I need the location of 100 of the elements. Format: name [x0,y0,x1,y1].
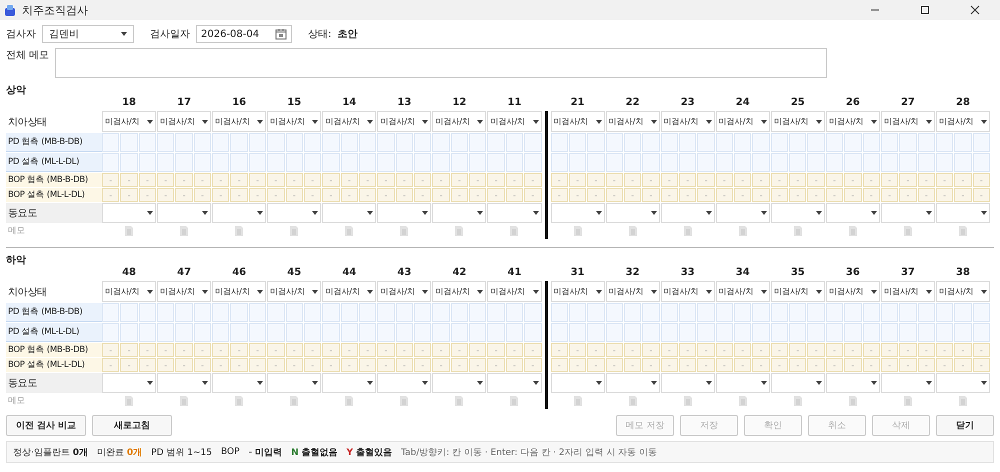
pd-input[interactable] [606,133,623,152]
pd-input[interactable] [936,323,954,342]
bop-cell[interactable]: - [716,358,734,372]
bop-cell[interactable]: - [678,358,696,372]
pd-input[interactable] [862,303,880,322]
bop-cell[interactable]: - [396,188,414,202]
pd-input[interactable] [972,323,990,342]
bop-cell[interactable]: - [918,188,935,202]
bop-cell[interactable]: - [678,173,696,187]
pd-input[interactable] [568,303,586,322]
status-dropdown[interactable]: 미검사/치 [377,281,432,302]
bop-cell[interactable]: - [230,188,248,202]
note-icon[interactable] [684,396,692,406]
bop-cell[interactable]: - [789,188,806,202]
bop-cell[interactable]: - [862,343,880,357]
pd-input[interactable] [568,323,586,342]
pd-input[interactable] [286,303,303,322]
bop-cell[interactable]: - [918,173,935,187]
bop-cell[interactable]: - [469,358,486,372]
note-icon[interactable] [125,226,134,236]
bop-cell[interactable]: - [432,188,450,202]
pd-input[interactable] [506,133,524,152]
pd-input[interactable] [450,323,468,342]
status-dropdown[interactable]: 미검사/치 [432,281,486,302]
pd-input[interactable] [358,133,376,152]
pd-input[interactable] [678,133,696,152]
pd-input[interactable] [175,153,193,172]
pd-input[interactable] [954,153,972,172]
status-dropdown[interactable]: 미검사/치 [606,111,660,132]
note-icon[interactable] [958,226,967,236]
mobility-dropdown[interactable] [212,203,266,223]
status-dropdown[interactable]: 미검사/치 [826,111,880,132]
bop-cell[interactable]: - [175,173,193,187]
pd-input[interactable] [752,323,770,342]
bop-cell[interactable]: - [550,173,568,187]
bop-cell[interactable]: - [606,188,623,202]
pd-input[interactable] [899,303,917,322]
bop-cell[interactable]: - [414,188,432,202]
pd-input[interactable] [432,303,450,322]
pd-input[interactable] [212,323,230,342]
bop-cell[interactable]: - [414,173,432,187]
bop-cell[interactable]: - [358,358,376,372]
pd-input[interactable] [175,133,193,152]
pd-input[interactable] [286,323,303,342]
note-icon[interactable] [904,396,912,406]
note-icon[interactable] [574,396,582,406]
pd-input[interactable] [267,133,285,152]
note-icon[interactable] [794,396,802,406]
bop-cell[interactable]: - [120,188,138,202]
mobility-dropdown[interactable] [377,373,432,393]
pd-input[interactable] [899,153,917,172]
mobility-dropdown[interactable] [936,203,990,223]
pd-input[interactable] [377,323,395,342]
pd-input[interactable] [487,303,505,322]
status-dropdown[interactable]: 미검사/치 [936,281,990,302]
note-icon[interactable] [235,226,244,236]
bop-cell[interactable]: - [340,188,358,202]
bop-cell[interactable]: - [157,358,174,372]
note-icon[interactable] [400,226,408,236]
action-button[interactable]: 이전 검사 비교 [6,415,86,436]
pd-input[interactable] [340,303,358,322]
bop-cell[interactable]: - [157,343,174,357]
pd-input[interactable] [918,323,935,342]
bop-cell[interactable]: - [844,188,862,202]
mobility-dropdown[interactable] [267,373,322,393]
note-icon[interactable] [510,396,518,406]
pd-input[interactable] [918,303,935,322]
bop-cell[interactable]: - [862,173,880,187]
bop-cell[interactable]: - [267,358,285,372]
bop-cell[interactable]: - [322,358,340,372]
bop-cell[interactable]: - [396,173,414,187]
pd-input[interactable] [752,303,770,322]
pd-input[interactable] [624,133,642,152]
pd-input[interactable] [212,303,230,322]
pd-input[interactable] [194,323,212,342]
bop-cell[interactable]: - [697,173,715,187]
pd-input[interactable] [377,153,395,172]
status-dropdown[interactable]: 미검사/치 [550,281,605,302]
pd-input[interactable] [194,133,212,152]
bop-cell[interactable]: - [506,188,524,202]
bop-cell[interactable]: - [752,343,770,357]
pd-input[interactable] [175,303,193,322]
mobility-dropdown[interactable] [606,203,660,223]
bop-cell[interactable]: - [322,188,340,202]
bop-cell[interactable]: - [642,343,660,357]
pd-input[interactable] [954,133,972,152]
mobility-dropdown[interactable] [660,203,715,223]
bop-cell[interactable]: - [862,188,880,202]
status-dropdown[interactable]: 미검사/치 [267,111,322,132]
pd-input[interactable] [469,153,486,172]
bop-cell[interactable]: - [606,173,623,187]
pd-input[interactable] [862,323,880,342]
pd-input[interactable] [487,133,505,152]
pd-input[interactable] [826,303,844,322]
pd-input[interactable] [322,303,340,322]
pd-input[interactable] [267,303,285,322]
pd-input[interactable] [194,153,212,172]
note-icon[interactable] [738,226,747,236]
pd-input[interactable] [120,153,138,172]
pd-input[interactable] [138,133,156,152]
